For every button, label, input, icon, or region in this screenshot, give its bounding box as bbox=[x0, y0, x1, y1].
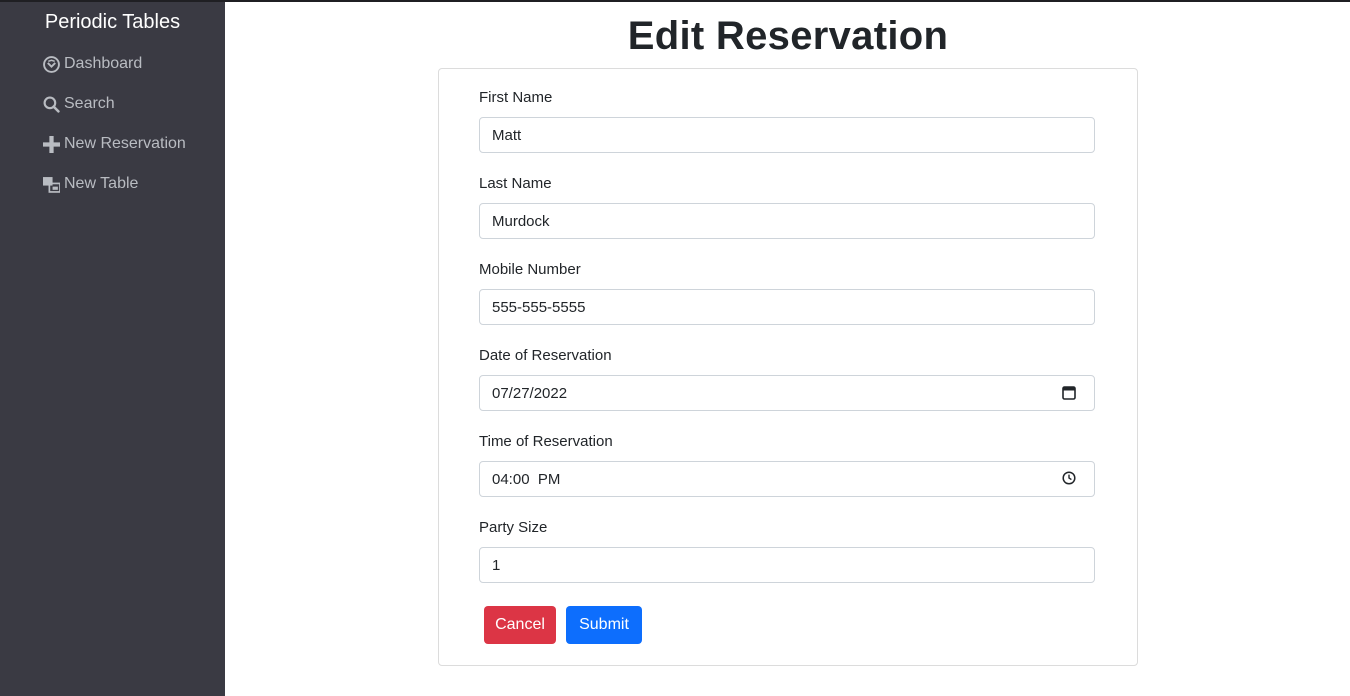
reservation-date-label: Date of Reservation bbox=[479, 347, 612, 364]
calendar-icon[interactable] bbox=[1062, 385, 1078, 401]
sidebar-item-search[interactable]: Search bbox=[42, 92, 115, 116]
party-size-value: 1 bbox=[492, 556, 501, 574]
reservation-time-label: Time of Reservation bbox=[479, 433, 613, 450]
dashboard-icon bbox=[42, 55, 60, 73]
sidebar: Periodic Tables Dashboard Search New Res… bbox=[0, 2, 225, 696]
clock-icon[interactable] bbox=[1062, 471, 1078, 487]
first-name-input[interactable]: Matt bbox=[479, 117, 1095, 153]
sidebar-item-label: New Reservation bbox=[64, 135, 186, 152]
last-name-label: Last Name bbox=[479, 175, 552, 192]
page-title: Edit Reservation bbox=[627, 14, 949, 58]
first-name-label: First Name bbox=[479, 89, 553, 106]
sidebar-item-dashboard[interactable]: Dashboard bbox=[42, 52, 142, 76]
sidebar-item-label: New Table bbox=[64, 175, 139, 192]
tables-icon bbox=[42, 175, 60, 193]
search-icon bbox=[42, 95, 60, 113]
sidebar-item-label: Search bbox=[64, 95, 115, 112]
party-size-label: Party Size bbox=[479, 519, 548, 536]
reservation-form: First Name Matt Last Name Murdock Mobile… bbox=[438, 68, 1138, 666]
sidebar-item-new-table[interactable]: New Table bbox=[42, 172, 138, 196]
submit-button[interactable]: Submit bbox=[566, 606, 642, 644]
reservation-time-input[interactable]: 04:00 PM bbox=[479, 461, 1095, 497]
mobile-number-label: Mobile Number bbox=[479, 261, 581, 278]
cancel-button[interactable]: Cancel bbox=[484, 606, 556, 644]
reservation-time-value: 04:00 PM bbox=[492, 470, 561, 488]
plus-icon bbox=[42, 135, 60, 153]
last-name-input[interactable]: Murdock bbox=[479, 203, 1095, 239]
mobile-number-value: 555-555-5555 bbox=[492, 298, 586, 316]
sidebar-item-new-reservation[interactable]: New Reservation bbox=[42, 132, 186, 156]
party-size-input[interactable]: 1 bbox=[479, 547, 1095, 583]
mobile-number-input[interactable]: 555-555-5555 bbox=[479, 289, 1095, 325]
brand-title[interactable]: Periodic Tables bbox=[0, 11, 225, 34]
sidebar-item-label: Dashboard bbox=[64, 55, 143, 72]
reservation-date-value: 07/27/2022 bbox=[492, 384, 568, 402]
last-name-value: Murdock bbox=[492, 212, 550, 230]
first-name-value: Matt bbox=[492, 126, 522, 144]
reservation-date-input[interactable]: 07/27/2022 bbox=[479, 375, 1095, 411]
